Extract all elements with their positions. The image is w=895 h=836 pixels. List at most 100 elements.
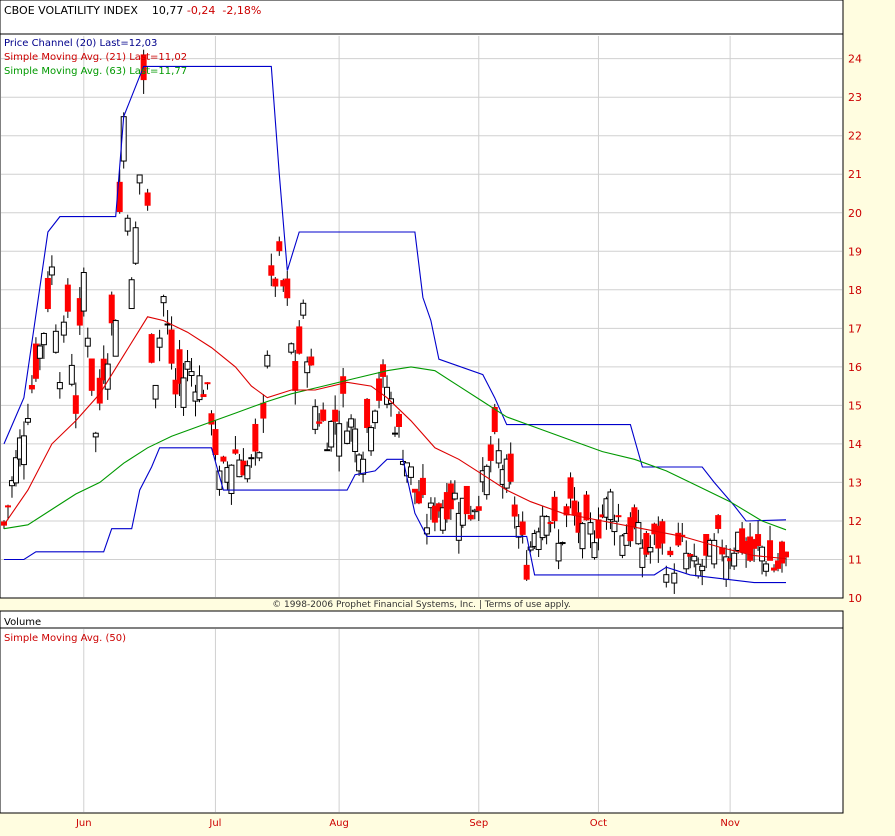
candle [320, 409, 327, 421]
candle [200, 394, 207, 398]
instrument-name: CBOE VOLATILITY INDEX [4, 4, 138, 17]
volume-sma-legend: Simple Moving Avg. (50) [4, 633, 127, 644]
candle [112, 320, 119, 357]
candle [292, 361, 299, 391]
candle [84, 337, 91, 347]
candle [212, 429, 219, 456]
candle [124, 217, 131, 232]
candle [144, 192, 151, 206]
candle [451, 492, 458, 500]
candle [36, 345, 43, 359]
candle [20, 435, 27, 466]
candle [667, 550, 674, 556]
candle [579, 523, 586, 550]
y-tick-label: 22 [848, 130, 862, 143]
candle [248, 457, 255, 460]
candle [312, 406, 319, 430]
candle [511, 504, 518, 517]
y-tick-label: 18 [848, 284, 862, 297]
candle [483, 465, 490, 496]
x-tick-label: Jul [208, 818, 221, 829]
candle [228, 464, 235, 494]
y-tick-label: 12 [848, 515, 862, 528]
candle [763, 563, 770, 572]
candle [376, 378, 383, 401]
candle [715, 515, 722, 529]
candle [731, 552, 738, 567]
y-tick-label: 20 [848, 207, 862, 220]
candle [543, 516, 550, 536]
candle [72, 395, 79, 414]
candle [463, 485, 470, 515]
candle [156, 337, 163, 348]
candle [4, 505, 11, 508]
candle [607, 491, 614, 521]
candle [507, 453, 514, 482]
candle [40, 332, 47, 346]
chart-stage: 10 11 12 13 14 15 16 17 18 19 20 21 22 23 24 Jun Jul Aug S… [0, 0, 895, 832]
candle [132, 227, 139, 264]
y-tick-label: 21 [848, 168, 862, 181]
x-tick-label: Aug [329, 818, 349, 829]
copyright-text: © 1998-2006 Prophet Financial Systems, I… [272, 600, 571, 610]
candle [336, 423, 343, 457]
candle [188, 371, 195, 377]
candle [332, 409, 339, 422]
candle [551, 496, 558, 522]
candle [288, 343, 295, 353]
candle [555, 542, 562, 562]
x-tick-label: Nov [720, 818, 740, 829]
candle [559, 542, 566, 545]
candle [663, 574, 670, 583]
candle [380, 364, 387, 377]
candle [495, 450, 502, 464]
candle [56, 382, 63, 390]
candle [635, 522, 642, 545]
candle [108, 294, 115, 324]
candle [220, 456, 227, 462]
candle [328, 420, 335, 448]
price-change: -0,24 [186, 4, 216, 17]
candle [699, 565, 706, 572]
candle [88, 358, 95, 391]
y-tick-label: 23 [848, 91, 862, 104]
x-tick-label: Jun [75, 818, 92, 829]
x-tick-label: Oct [590, 818, 607, 829]
candle [104, 363, 111, 390]
candle [216, 470, 223, 490]
candle [272, 278, 279, 287]
candle [583, 494, 590, 521]
candle [308, 356, 315, 366]
last-price: 10,77 [151, 4, 184, 17]
candle [268, 265, 275, 276]
y-tick-label: 16 [848, 361, 862, 374]
legend-sma63: Simple Moving Avg. (63) Last=11,77 [4, 66, 188, 77]
candle [244, 465, 251, 480]
x-tick-label: Sep [469, 818, 488, 829]
candle [168, 329, 175, 364]
candle [360, 458, 367, 475]
legend-price-channel: Price Channel (20) Last=12,03 [4, 38, 158, 49]
y-tick-label: 19 [848, 245, 862, 258]
y-tick-label: 13 [848, 476, 862, 489]
candle [392, 432, 398, 435]
candle [184, 361, 191, 370]
candle [344, 430, 351, 444]
candle [372, 410, 379, 424]
candle [567, 477, 574, 499]
candle [595, 519, 602, 539]
candle [44, 277, 51, 310]
candle [519, 521, 526, 535]
candle [340, 376, 347, 394]
candle [52, 330, 59, 353]
candle [615, 515, 622, 518]
candle [164, 323, 171, 326]
y-tick-label: 24 [848, 53, 862, 66]
candle [80, 272, 87, 312]
candle [467, 514, 474, 520]
y-tick-label: 17 [848, 322, 862, 335]
candle [204, 382, 211, 385]
candle [136, 174, 143, 184]
candle [48, 266, 55, 276]
candle [348, 418, 355, 428]
